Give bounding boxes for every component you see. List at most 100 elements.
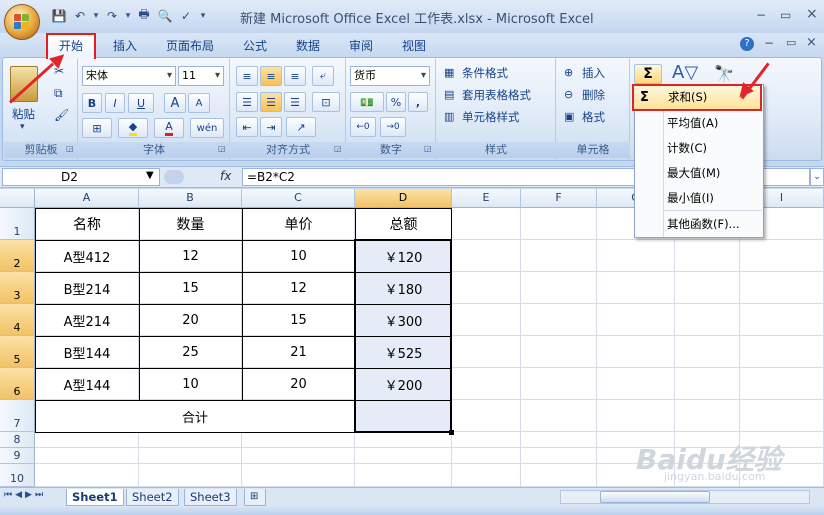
- sort-filter-icon[interactable]: A▽: [672, 62, 698, 83]
- table-cell[interactable]: 10: [242, 240, 355, 272]
- align-center-button[interactable]: ☰: [260, 92, 282, 112]
- comma-button[interactable]: ,: [408, 92, 428, 112]
- minimize-button[interactable]: −: [756, 8, 766, 22]
- close-button[interactable]: ×: [806, 6, 818, 22]
- row-header-7[interactable]: 7: [0, 400, 35, 432]
- column-header-f[interactable]: F: [521, 189, 597, 208]
- row-header-8[interactable]: 8: [0, 432, 35, 448]
- header-cell[interactable]: 数量: [139, 208, 242, 240]
- column-header-a[interactable]: A: [35, 189, 139, 208]
- table-cell[interactable]: 15: [242, 304, 355, 336]
- table-cell[interactable]: 12: [139, 240, 242, 272]
- redo-dropdown-icon[interactable]: ▾: [124, 7, 132, 24]
- font-color-button[interactable]: A: [154, 118, 184, 138]
- menu-item-average[interactable]: 平均值(A): [634, 111, 762, 136]
- orientation-button[interactable]: ⤶: [312, 66, 334, 86]
- format-cells-button[interactable]: 格式: [582, 109, 605, 125]
- format-as-table-button[interactable]: 套用表格格式: [462, 87, 531, 103]
- table-cell[interactable]: ￥200: [355, 368, 452, 400]
- cell-styles-button[interactable]: 单元格样式: [462, 109, 520, 125]
- table-cell[interactable]: 15: [139, 272, 242, 304]
- phonetic-button[interactable]: wén: [190, 118, 224, 138]
- align-bottom-button[interactable]: ≡: [284, 66, 306, 86]
- table-cell[interactable]: ￥120: [355, 240, 452, 272]
- font-name-combo[interactable]: 宋体: [82, 66, 176, 86]
- tab-data[interactable]: 数据: [296, 37, 320, 56]
- horizontal-scroll-thumb[interactable]: [600, 491, 710, 503]
- table-cell[interactable]: B型144: [35, 336, 139, 368]
- tab-insert[interactable]: 插入: [113, 37, 137, 56]
- find-select-icon[interactable]: 🔭: [714, 64, 734, 83]
- number-launcher-icon[interactable]: ◲: [424, 144, 432, 153]
- table-cell[interactable]: A型214: [35, 304, 139, 336]
- format-painter-icon[interactable]: 🖌: [54, 108, 69, 122]
- decrease-indent-button[interactable]: ⇤: [236, 117, 258, 137]
- align-right-button[interactable]: ☰: [284, 92, 306, 112]
- table-cell[interactable]: B型214: [35, 272, 139, 304]
- number-format-combo[interactable]: 货币: [350, 66, 430, 86]
- tab-formulas[interactable]: 公式: [243, 37, 267, 56]
- workbook-minimize-button[interactable]: −: [764, 36, 774, 50]
- grow-font-button[interactable]: A: [164, 93, 186, 113]
- table-cell[interactable]: ￥300: [355, 304, 452, 336]
- insert-sheet-icon[interactable]: ⊞: [244, 489, 266, 506]
- tab-review[interactable]: 审阅: [349, 37, 373, 56]
- paste-label[interactable]: 粘贴: [12, 106, 35, 122]
- clipboard-launcher-icon[interactable]: ◲: [66, 144, 74, 153]
- save-icon[interactable]: 💾: [50, 7, 68, 24]
- table-cell[interactable]: A型144: [35, 368, 139, 400]
- undo-icon[interactable]: ↶: [71, 7, 89, 24]
- sheet-tab-3[interactable]: Sheet3: [184, 489, 237, 506]
- alignment-launcher-icon[interactable]: ◲: [334, 144, 342, 153]
- workbook-restore-button[interactable]: ▭: [786, 36, 796, 49]
- customize-qat-icon[interactable]: ▾: [198, 7, 208, 24]
- column-header-d[interactable]: D: [355, 189, 452, 208]
- table-cell[interactable]: ￥180: [355, 272, 452, 304]
- menu-item-max[interactable]: 最大值(M): [634, 161, 762, 186]
- align-top-button[interactable]: ≡: [236, 66, 258, 86]
- header-cell[interactable]: 单价: [242, 208, 355, 240]
- select-all-corner[interactable]: [0, 189, 35, 208]
- total-label-cell[interactable]: 合计: [35, 400, 355, 432]
- sheet-tab-2[interactable]: Sheet2: [126, 489, 179, 506]
- column-header-e[interactable]: E: [452, 189, 521, 208]
- header-cell[interactable]: 名称: [35, 208, 139, 240]
- table-cell[interactable]: 20: [139, 304, 242, 336]
- autosum-button[interactable]: Σ: [634, 64, 662, 84]
- row-header-4[interactable]: 4: [0, 304, 35, 336]
- fill-color-button[interactable]: ◆: [118, 118, 148, 138]
- table-cell[interactable]: A型412: [35, 240, 139, 272]
- bold-button[interactable]: B: [82, 93, 102, 113]
- insert-cells-button[interactable]: 插入: [582, 65, 605, 81]
- table-cell[interactable]: 10: [139, 368, 242, 400]
- print-preview-icon[interactable]: 🔍: [156, 7, 174, 24]
- italic-button[interactable]: I: [105, 93, 125, 113]
- increase-decimal-button[interactable]: ←0: [350, 117, 376, 137]
- expand-formula-bar-icon[interactable]: ⌄: [810, 168, 824, 186]
- total-value-cell[interactable]: [355, 400, 451, 432]
- menu-item-count[interactable]: 计数(C): [634, 136, 762, 161]
- table-cell[interactable]: 21: [242, 336, 355, 368]
- row-header-5[interactable]: 5: [0, 336, 35, 368]
- workbook-close-button[interactable]: ×: [806, 35, 817, 50]
- name-box-dropdown-icon[interactable]: ▼: [146, 170, 154, 181]
- increase-indent-button[interactable]: ⇥: [260, 117, 282, 137]
- name-box[interactable]: D2: [2, 168, 160, 186]
- undo-dropdown-icon[interactable]: ▾: [92, 7, 100, 24]
- row-header-2[interactable]: 2: [0, 240, 35, 272]
- align-middle-button[interactable]: ≡: [260, 66, 282, 86]
- fill-handle[interactable]: [449, 430, 454, 435]
- column-header-b[interactable]: B: [139, 189, 242, 208]
- table-cell[interactable]: 25: [139, 336, 242, 368]
- table-cell[interactable]: 12: [242, 272, 355, 304]
- delete-cells-button[interactable]: 删除: [582, 87, 605, 103]
- tab-view[interactable]: 视图: [402, 37, 426, 56]
- merge-center-button[interactable]: ⊡: [312, 92, 340, 112]
- menu-item-more-functions[interactable]: 其他函数(F)...: [634, 212, 762, 237]
- redo-icon[interactable]: ↷: [103, 7, 121, 24]
- shrink-font-button[interactable]: A: [188, 93, 210, 113]
- underline-button[interactable]: U: [128, 93, 154, 113]
- paste-dropdown-icon[interactable]: ▾: [20, 122, 25, 132]
- row-header-9[interactable]: 9: [0, 448, 35, 464]
- restore-button[interactable]: ▭: [780, 8, 791, 22]
